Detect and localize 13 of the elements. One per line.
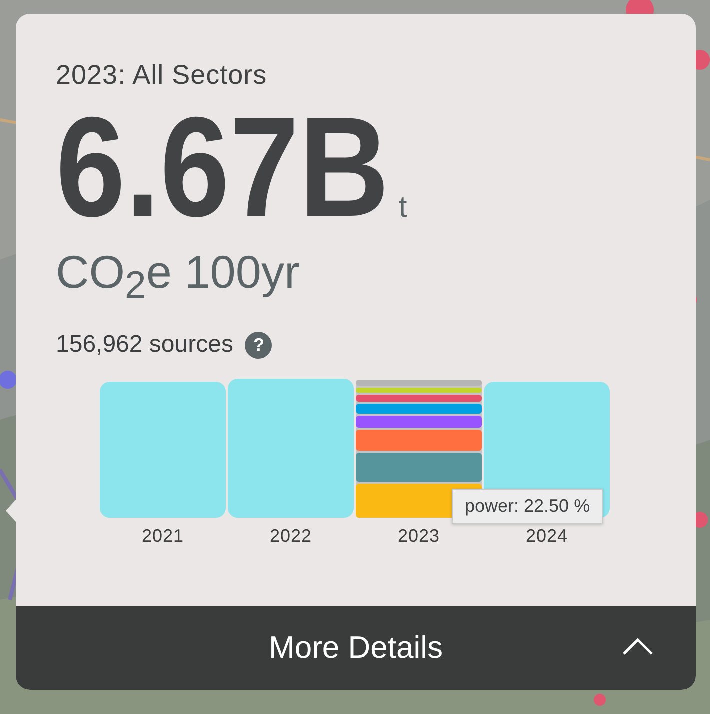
- year-label: 2023: [398, 526, 440, 548]
- help-icon[interactable]: ?: [245, 332, 272, 359]
- more-details-button[interactable]: More Details: [16, 606, 696, 690]
- total-value: 6.67B: [56, 97, 390, 239]
- year-label: 2021: [142, 526, 184, 548]
- chart-tooltip: power: 22.50 %: [452, 489, 604, 524]
- year-label: 2022: [270, 526, 312, 548]
- sources-count: 156,962 sources: [56, 331, 234, 360]
- caret-up-icon: [622, 638, 654, 656]
- year-label: 2024: [526, 526, 568, 548]
- panel-title: 2023: All Sectors: [56, 60, 268, 91]
- unit-label: t: [398, 191, 408, 225]
- measure-label: CO$_{2}$e 100yr: [56, 247, 301, 308]
